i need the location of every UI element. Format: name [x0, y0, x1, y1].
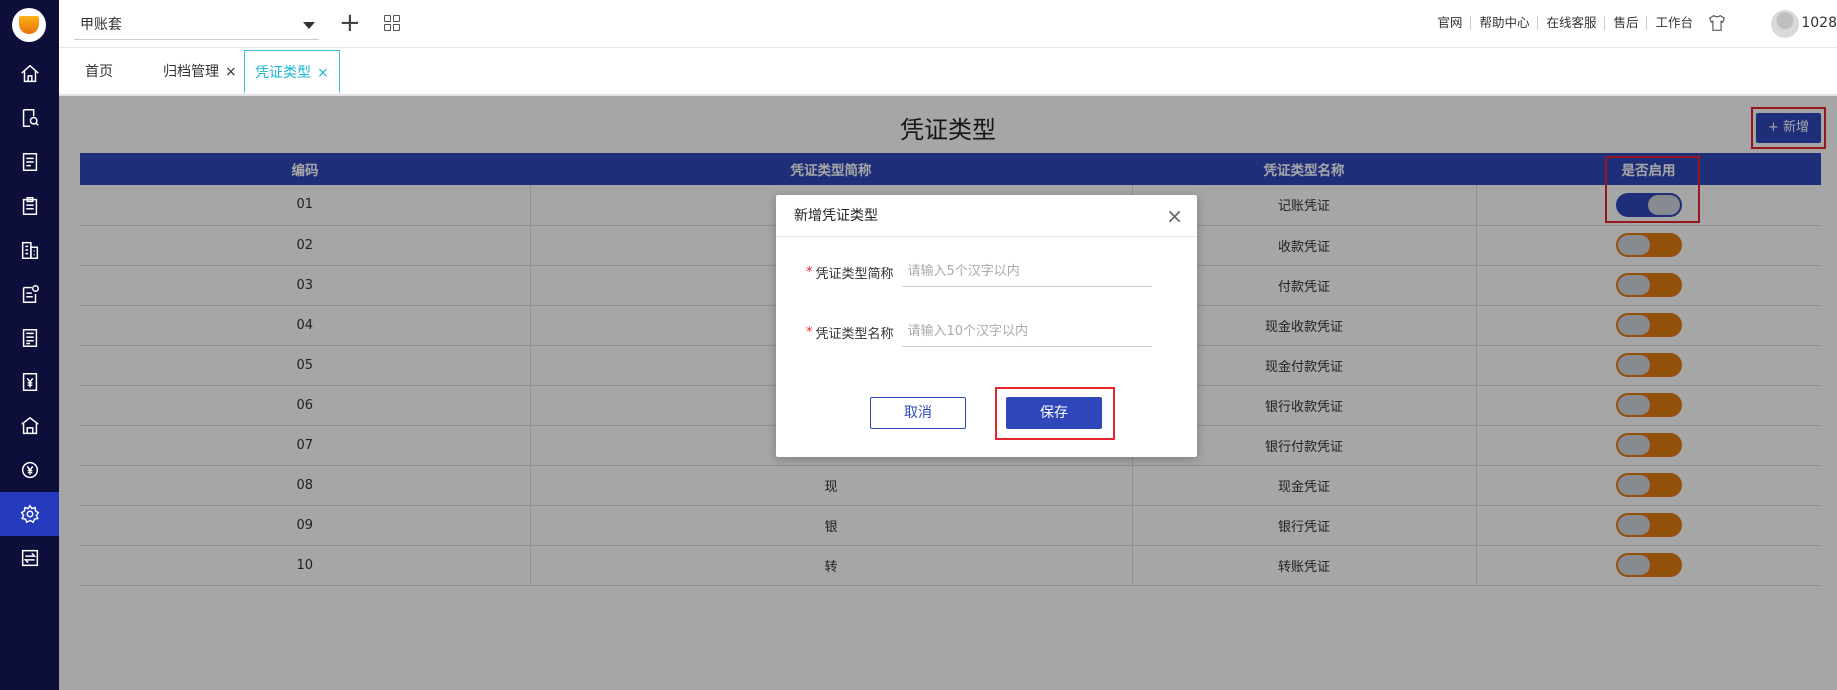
- full-name-row: * 凭证类型名称: [806, 317, 1152, 347]
- short-name-row: * 凭证类型简称: [806, 257, 1152, 287]
- tab-archive[interactable]: 归档管理 ×: [163, 50, 237, 94]
- tab-home[interactable]: 首页: [85, 50, 113, 94]
- tab-voucher-type[interactable]: 凭证类型 ×: [244, 50, 340, 94]
- chevron-down-icon: [303, 22, 315, 29]
- close-icon[interactable]: ×: [225, 64, 237, 80]
- sidebar-item-voucher-query[interactable]: [0, 96, 59, 140]
- top-links: 官网 帮助中心 在线客服 售后 工作台: [1429, 14, 1727, 32]
- add-voucher-type-dialog: 新增凭证类型 × * 凭证类型简称 * 凭证类型名称 取消 保存: [776, 195, 1197, 457]
- sidebar-item-organization[interactable]: [0, 228, 59, 272]
- full-name-label: 凭证类型名称: [815, 326, 894, 342]
- yen-document-icon: [22, 373, 37, 391]
- report-icon: [22, 329, 37, 347]
- short-name-label: 凭证类型简称: [815, 266, 894, 282]
- account-select[interactable]: 甲账套: [74, 10, 319, 40]
- sidebar-item-ledger[interactable]: [0, 140, 59, 184]
- search-document-icon: [22, 109, 39, 127]
- gear-icon: [20, 504, 39, 524]
- tab-label: 归档管理: [163, 64, 219, 80]
- clipboard-icon: [22, 197, 37, 215]
- close-icon[interactable]: ×: [317, 65, 329, 81]
- sidebar-item-yen-document[interactable]: [0, 360, 59, 404]
- sidebar: [0, 0, 59, 690]
- tab-bar: 首页 归档管理 × 凭证类型 ×: [59, 48, 1837, 96]
- topbar: 甲账套 + 官网 帮助中心 在线客服 售后 工作台 1028: [59, 0, 1837, 48]
- link-online-service[interactable]: 在线客服: [1538, 16, 1606, 30]
- avatar[interactable]: [1771, 10, 1799, 38]
- cancel-button[interactable]: 取消: [870, 397, 966, 429]
- logo[interactable]: [12, 8, 46, 42]
- highlight-box: [995, 387, 1115, 440]
- full-name-input[interactable]: [901, 317, 1152, 347]
- sidebar-item-settings[interactable]: [0, 492, 59, 536]
- tab-label: 凭证类型: [255, 65, 311, 81]
- dialog-header: 新增凭证类型 ×: [776, 195, 1197, 237]
- sidebar-item-currency[interactable]: [0, 448, 59, 492]
- sidebar-item-clipboard[interactable]: [0, 184, 59, 228]
- sidebar-item-home[interactable]: [0, 52, 59, 96]
- trophy-icon: [19, 16, 39, 34]
- apps-grid-icon[interactable]: [384, 15, 400, 31]
- shirt-icon[interactable]: [1707, 14, 1727, 32]
- sidebar-item-transfer[interactable]: [0, 536, 59, 580]
- yen-circle-icon: [21, 461, 38, 479]
- transfer-icon: [21, 549, 38, 567]
- account-name: 甲账套: [80, 17, 122, 33]
- sidebar-item-document-settings[interactable]: [0, 272, 59, 316]
- close-icon[interactable]: ×: [1166, 195, 1183, 237]
- bank-icon: [20, 416, 39, 435]
- user-name[interactable]: 1028: [1801, 15, 1837, 31]
- tab-label: 首页: [85, 64, 113, 80]
- required-mark: *: [806, 264, 813, 280]
- link-help-center[interactable]: 帮助中心: [1471, 16, 1539, 30]
- sidebar-item-report[interactable]: [0, 316, 59, 360]
- dialog-title: 新增凭证类型: [794, 208, 878, 224]
- short-name-input[interactable]: [901, 257, 1152, 287]
- link-after-sales[interactable]: 售后: [1605, 16, 1648, 30]
- required-mark: *: [806, 324, 813, 340]
- building-icon: [21, 241, 38, 259]
- sidebar-item-bank[interactable]: [0, 404, 59, 448]
- document-settings-icon: [22, 285, 39, 303]
- link-workbench[interactable]: 工作台: [1647, 16, 1701, 30]
- add-icon[interactable]: +: [339, 10, 361, 36]
- ledger-icon: [22, 153, 37, 171]
- home-icon: [20, 64, 39, 83]
- link-official-site[interactable]: 官网: [1429, 16, 1472, 30]
